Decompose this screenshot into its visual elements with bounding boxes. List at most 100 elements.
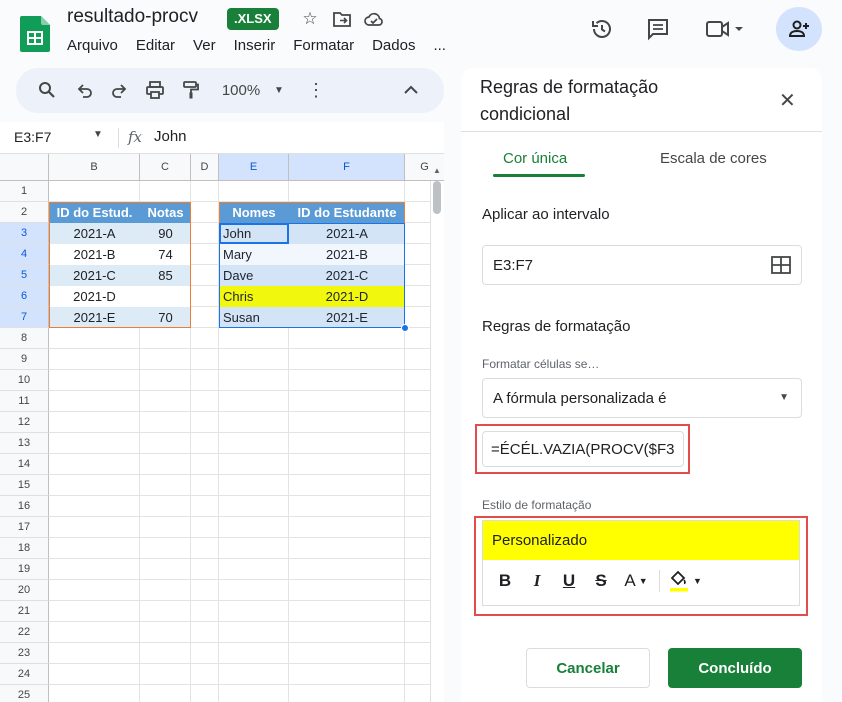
meet-video-icon[interactable] xyxy=(700,14,750,44)
table1-cell[interactable]: 2021-A xyxy=(49,223,140,244)
table1-cell[interactable]: 2021-E xyxy=(49,307,140,328)
table1-cell[interactable]: 2021-C xyxy=(49,265,140,286)
fill-color-icon[interactable]: ▼ xyxy=(664,567,706,595)
move-folder-icon[interactable] xyxy=(330,8,354,30)
table2-cell[interactable]: Susan xyxy=(219,307,289,328)
table2-cell[interactable]: Dave xyxy=(219,265,289,286)
range-input[interactable]: E3:F7 xyxy=(482,245,802,285)
row-header-9[interactable]: 9 xyxy=(0,349,49,370)
comments-icon[interactable] xyxy=(640,14,676,44)
table2-cell[interactable]: 2021-D xyxy=(289,286,405,307)
spreadsheet-grid[interactable]: B C D E F G 1 2 3 4 5 6 7 8 9 10 11 12 13 14 15 16 17 18 19 20 21 2… xyxy=(0,154,444,702)
row-header-12[interactable]: 12 xyxy=(0,412,49,433)
row-header-3[interactable]: 3 xyxy=(0,223,49,244)
column-header-d[interactable]: D xyxy=(191,154,219,181)
table2-cell[interactable]: 2021-A xyxy=(289,223,405,244)
row-header-16[interactable]: 16 xyxy=(0,496,49,517)
table1-cell[interactable]: 74 xyxy=(140,244,191,265)
text-color-icon[interactable]: A ▼ xyxy=(617,567,655,595)
row-header-18[interactable]: 18 xyxy=(0,538,49,559)
table1-header-cell[interactable]: ID do Estud. xyxy=(49,202,140,223)
underline-icon[interactable]: U xyxy=(553,567,585,595)
row-header-7[interactable]: 7 xyxy=(0,307,49,328)
table1-cell[interactable]: 85 xyxy=(140,265,191,286)
zoom-dropdown-icon[interactable]: ▼ xyxy=(272,78,286,102)
table1-header-cell[interactable]: Notas xyxy=(140,202,191,223)
select-range-grid-icon[interactable] xyxy=(771,256,791,278)
collapse-toolbar-icon[interactable] xyxy=(400,78,422,102)
menu-inserir[interactable]: Inserir xyxy=(234,37,276,54)
scroll-up-icon[interactable]: ▲ xyxy=(433,166,441,175)
sheets-logo-icon[interactable] xyxy=(20,16,50,52)
row-header-5[interactable]: 5 xyxy=(0,265,49,286)
done-button[interactable]: Concluído xyxy=(668,648,802,688)
formula-input[interactable]: John xyxy=(154,128,187,145)
menu-editar[interactable]: Editar xyxy=(136,37,175,54)
row-header-10[interactable]: 10 xyxy=(0,370,49,391)
print-icon[interactable] xyxy=(144,78,166,102)
vertical-scrollbar[interactable] xyxy=(430,181,444,702)
row-header-20[interactable]: 20 xyxy=(0,580,49,601)
document-title[interactable]: resultado-procv xyxy=(67,6,198,28)
name-box-dropdown-icon[interactable]: ▼ xyxy=(93,129,103,140)
menu-formatar[interactable]: Formatar xyxy=(293,37,354,54)
select-all-corner[interactable] xyxy=(0,154,49,181)
menu-dados[interactable]: Dados xyxy=(372,37,415,54)
style-preview[interactable]: Personalizado xyxy=(483,521,799,560)
column-header-b[interactable]: B xyxy=(49,154,140,181)
search-menus-icon[interactable] xyxy=(36,78,58,102)
menu-more[interactable]: ... xyxy=(433,37,446,54)
condition-select[interactable]: A fórmula personalizada é ▼ xyxy=(482,378,802,418)
paint-format-icon[interactable] xyxy=(180,78,202,102)
table2-header-cell[interactable]: Nomes xyxy=(219,202,289,223)
table1-cell[interactable]: 2021-B xyxy=(49,244,140,265)
table1-cell[interactable]: 70 xyxy=(140,307,191,328)
row-header-4[interactable]: 4 xyxy=(0,244,49,265)
row-header-1[interactable]: 1 xyxy=(0,181,49,202)
row-header-8[interactable]: 8 xyxy=(0,328,49,349)
column-header-e[interactable]: E xyxy=(219,154,289,181)
italic-icon[interactable]: I xyxy=(521,567,553,595)
row-header-25[interactable]: 25 xyxy=(0,685,49,702)
row-header-2[interactable]: 2 xyxy=(0,202,49,223)
row-header-6[interactable]: 6 xyxy=(0,286,49,307)
table2-cell[interactable]: John xyxy=(219,223,289,244)
star-icon[interactable]: ☆ xyxy=(298,8,322,30)
table1-cell[interactable]: 2021-D xyxy=(49,286,140,307)
row-header-11[interactable]: 11 xyxy=(0,391,49,412)
tab-color-scale[interactable]: Escala de cores xyxy=(660,150,767,167)
fill-handle[interactable] xyxy=(401,324,409,332)
redo-icon[interactable] xyxy=(108,78,130,102)
column-header-f[interactable]: F xyxy=(289,154,405,181)
column-header-c[interactable]: C xyxy=(140,154,191,181)
row-header-15[interactable]: 15 xyxy=(0,475,49,496)
row-header-23[interactable]: 23 xyxy=(0,643,49,664)
share-add-person-icon[interactable] xyxy=(776,7,822,51)
table2-cell[interactable]: 2021-E xyxy=(289,307,405,328)
tab-single-color[interactable]: Cor única xyxy=(503,150,567,167)
row-header-24[interactable]: 24 xyxy=(0,664,49,685)
name-box[interactable]: E3:F7 xyxy=(14,129,51,145)
cancel-button[interactable]: Cancelar xyxy=(526,648,650,688)
row-header-14[interactable]: 14 xyxy=(0,454,49,475)
zoom-value[interactable]: 100% xyxy=(216,78,266,102)
condition-dropdown-icon[interactable]: ▼ xyxy=(779,392,789,403)
undo-icon[interactable] xyxy=(74,78,96,102)
cloud-saved-icon[interactable] xyxy=(362,8,386,30)
table2-cell[interactable]: 2021-C xyxy=(289,265,405,286)
history-icon[interactable] xyxy=(584,14,620,44)
menu-arquivo[interactable]: Arquivo xyxy=(67,37,118,54)
close-icon[interactable]: ✕ xyxy=(779,88,796,113)
table2-header-cell[interactable]: ID do Estudante xyxy=(289,202,405,223)
menu-ver[interactable]: Ver xyxy=(193,37,216,54)
row-header-13[interactable]: 13 xyxy=(0,433,49,454)
table1-cell[interactable]: 90 xyxy=(140,223,191,244)
strikethrough-icon[interactable]: S xyxy=(585,567,617,595)
scrollbar-thumb[interactable] xyxy=(433,181,441,214)
row-header-17[interactable]: 17 xyxy=(0,517,49,538)
table1-cell[interactable] xyxy=(140,286,191,307)
custom-formula-input[interactable]: =ÉCÉL.VAZIA(PROCV($F3 xyxy=(482,431,684,467)
table2-cell[interactable]: Mary xyxy=(219,244,289,265)
table2-cell[interactable]: 2021-B xyxy=(289,244,405,265)
row-header-19[interactable]: 19 xyxy=(0,559,49,580)
